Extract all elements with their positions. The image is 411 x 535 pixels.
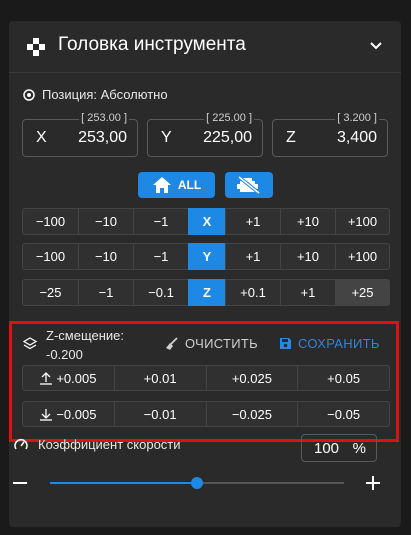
- jog-z-plus-1[interactable]: +1: [280, 279, 336, 306]
- jog-y-minus-100[interactable]: −100: [22, 243, 79, 270]
- jog-z-axis-label: Z: [188, 279, 226, 306]
- z-down-value-0: −0.005: [56, 406, 97, 422]
- jog-x-minus-100[interactable]: −100: [22, 208, 79, 235]
- z-offset-up-0-05[interactable]: +0.05: [297, 365, 390, 391]
- z-target-value: [ 3.200 ]: [335, 112, 379, 124]
- jog-z-minus-25[interactable]: −25: [22, 279, 79, 306]
- chevron-down-icon[interactable]: [368, 38, 384, 54]
- y-target-value: [ 225.00 ]: [204, 112, 254, 124]
- speed-increase-button-vertical[interactable]: [372, 476, 374, 490]
- x-position-value: 253,00: [78, 129, 127, 146]
- jog-x-axis-label: X: [188, 208, 226, 235]
- home-all-button[interactable]: ALL: [138, 172, 215, 198]
- z-offset-up-row: +0.005 +0.01 +0.025 +0.05: [22, 365, 390, 391]
- jog-y-plus-100[interactable]: +100: [335, 243, 390, 270]
- save-label: СОХРАНИТЬ: [298, 336, 380, 351]
- z-offset-title: Z-смещение:: [46, 328, 124, 343]
- speedometer-icon: [14, 438, 28, 449]
- z-position-field[interactable]: [ 3.200 ] Z 3,400: [272, 112, 388, 157]
- jog-y-minus-1[interactable]: −1: [133, 243, 189, 270]
- jog-x-minus-10[interactable]: −10: [78, 208, 134, 235]
- x-axis-label: X: [36, 129, 47, 146]
- clear-label: ОЧИСТИТЬ: [185, 336, 258, 351]
- jog-y-plus-10[interactable]: +10: [280, 243, 336, 270]
- jog-z-minus-1[interactable]: −1: [78, 279, 134, 306]
- target-icon: [23, 88, 35, 101]
- speed-value: 100: [314, 440, 340, 457]
- jog-row-y: −100 −10 −1 Y +1 +10 +100: [22, 243, 390, 270]
- panel-header[interactable]: Головка инструмента: [9, 21, 401, 73]
- z-offset-up-0-01[interactable]: +0.01: [113, 365, 207, 391]
- z-offset-value: -0.200: [46, 347, 83, 362]
- arrow-down-icon: [40, 408, 53, 421]
- x-position-field[interactable]: [ 253.00 ] X 253,00: [22, 112, 138, 157]
- position-mode-label[interactable]: Позиция: Абсолютно: [22, 87, 168, 102]
- arrow-up-icon: [40, 371, 53, 385]
- z-offset-down-0-05[interactable]: −0.05: [297, 401, 390, 427]
- panel-title: Головка инструмента: [58, 34, 246, 55]
- z-offset-section: Z-смещение: -0.200 ОЧИСТИТЬ СОХРАНИТЬ +0…: [9, 321, 401, 444]
- speed-slider-fill: [50, 482, 197, 484]
- jog-row-z: −25 −1 −0.1 Z +0.1 +1 +25: [22, 279, 390, 306]
- jog-z-plus-0-1[interactable]: +0.1: [225, 279, 281, 306]
- layers-icon: [23, 337, 37, 350]
- jog-y-plus-1[interactable]: +1: [225, 243, 281, 270]
- z-axis-label: Z: [286, 129, 296, 146]
- jog-z-minus-0-1[interactable]: −0.1: [133, 279, 189, 306]
- z-up-value-0: +0.005: [56, 370, 97, 386]
- jog-row-x: −100 −10 −1 X +1 +10 +100: [22, 208, 390, 235]
- jog-x-plus-1[interactable]: +1: [225, 208, 281, 235]
- save-icon: [280, 338, 291, 349]
- motor-off-icon: [237, 176, 261, 194]
- motors-off-button[interactable]: [225, 172, 273, 198]
- speed-unit: %: [352, 440, 366, 457]
- broom-icon: [166, 336, 178, 350]
- clear-z-offset-button[interactable]: ОЧИСТИТЬ: [165, 336, 258, 351]
- jog-x-plus-100[interactable]: +100: [335, 208, 390, 235]
- speed-slider-thumb[interactable]: [191, 477, 203, 489]
- speed-factor-input[interactable]: 100 %: [301, 434, 377, 462]
- z-offset-down-0-01[interactable]: −0.01: [113, 401, 207, 427]
- gamepad-icon: [27, 38, 45, 56]
- speed-label-text: Коэффициент скорости: [38, 437, 181, 452]
- y-position-value: 225,00: [203, 129, 252, 146]
- home-icon: [152, 177, 171, 193]
- jog-y-minus-10[interactable]: −10: [78, 243, 134, 270]
- x-target-value: [ 253.00 ]: [79, 112, 129, 124]
- z-offset-label: Z-смещение: -0.200: [46, 326, 124, 364]
- save-z-offset-button[interactable]: СОХРАНИТЬ: [279, 336, 380, 351]
- y-axis-label: Y: [161, 129, 172, 146]
- z-position-value: 3,400: [336, 129, 377, 146]
- jog-x-minus-1[interactable]: −1: [133, 208, 189, 235]
- z-offset-down-0-005[interactable]: −0.005: [22, 401, 115, 427]
- z-offset-up-0-025[interactable]: +0.025: [205, 365, 299, 391]
- jog-y-axis-label: Y: [188, 243, 226, 270]
- home-all-label: ALL: [177, 178, 202, 192]
- speed-decrease-button[interactable]: [13, 482, 27, 484]
- jog-z-plus-25[interactable]: +25: [335, 279, 390, 306]
- z-offset-down-0-025[interactable]: −0.025: [205, 401, 299, 427]
- z-offset-down-row: −0.005 −0.01 −0.025 −0.05: [22, 401, 390, 427]
- jog-x-plus-10[interactable]: +10: [280, 208, 336, 235]
- y-position-field[interactable]: [ 225.00 ] Y 225,00: [147, 112, 263, 157]
- z-offset-up-0-005[interactable]: +0.005: [22, 365, 115, 391]
- speed-factor-label: Коэффициент скорости: [14, 437, 181, 452]
